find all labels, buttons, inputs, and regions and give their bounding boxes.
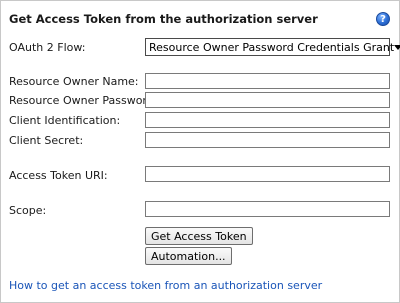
token-uri-input[interactable] [145, 166, 390, 182]
client-id-input[interactable] [145, 112, 390, 128]
chevron-down-icon [394, 44, 400, 50]
client-secret-input[interactable] [145, 132, 390, 148]
owner-name-label: Resource Owner Name: [9, 75, 139, 88]
scope-label: Scope: [9, 204, 47, 217]
owner-password-input[interactable] [145, 92, 390, 108]
owner-password-label: Resource Owner Password: [9, 94, 158, 107]
owner-name-input[interactable] [145, 73, 390, 89]
help-icon[interactable]: ? [376, 12, 390, 26]
get-access-token-button[interactable]: Get Access Token [145, 227, 253, 245]
scope-input[interactable] [145, 201, 390, 217]
client-secret-label: Client Secret: [9, 134, 84, 147]
oauth-panel: Get Access Token from the authorization … [0, 0, 400, 303]
client-id-label: Client Identification: [9, 114, 121, 127]
oauth-flow-label: OAuth 2 Flow: [9, 41, 86, 54]
oauth-flow-selected: Resource Owner Password Credentials Gran… [149, 40, 395, 54]
oauth-flow-select[interactable]: Resource Owner Password Credentials Gran… [145, 38, 400, 56]
panel-title: Get Access Token from the authorization … [9, 12, 318, 26]
help-link[interactable]: How to get an access token from an autho… [9, 279, 322, 292]
automation-button[interactable]: Automation... [145, 247, 232, 265]
token-uri-label: Access Token URI: [9, 169, 108, 182]
